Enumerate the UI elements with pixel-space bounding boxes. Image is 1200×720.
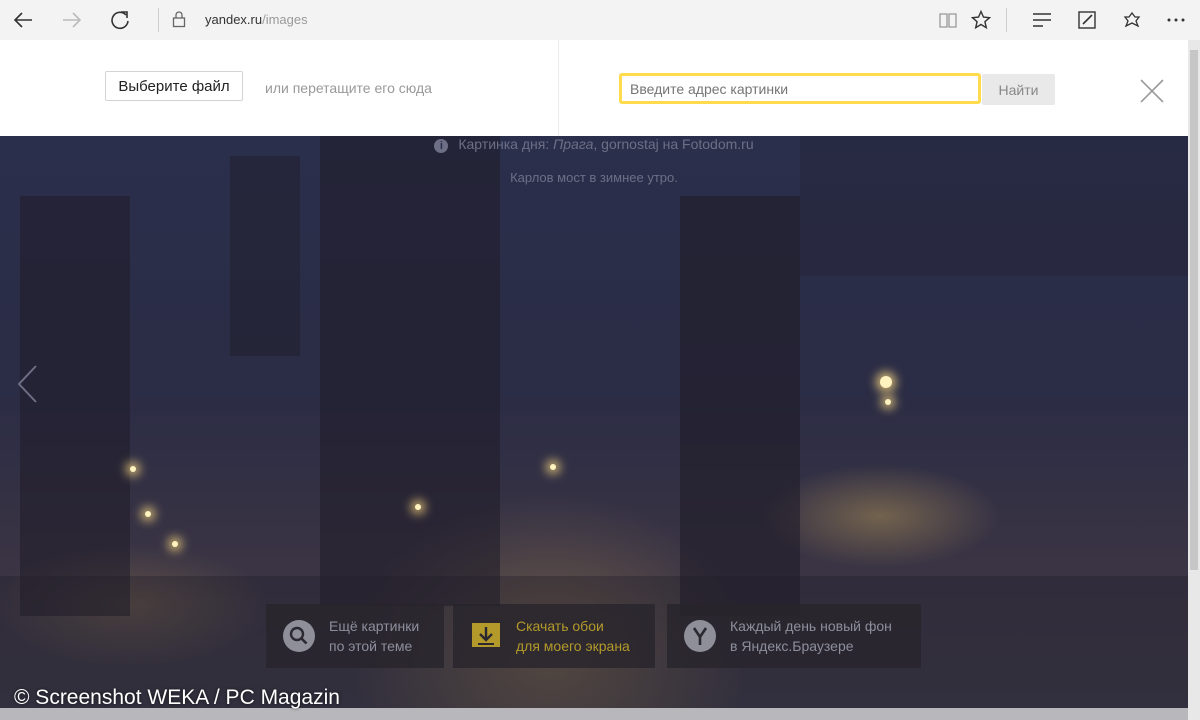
search-icon [283,620,315,652]
address-bar[interactable]: yandex.ru/images [205,12,308,27]
lamp-light [130,466,136,472]
favorite-star-icon[interactable] [965,4,997,36]
statue-silhouette [680,196,800,616]
lamp-light [172,541,178,547]
share-icon[interactable] [1116,4,1148,36]
more-images-line2: по этой теме [329,638,413,654]
url-host: yandex.ru [205,12,263,27]
info-icon[interactable]: i [434,139,449,153]
screenshot-watermark: © Screenshot WEKA / PC Magazin [14,686,340,709]
lamp-light [880,376,892,388]
choose-file-button[interactable]: Выберите файл [105,71,243,101]
back-arrow-icon[interactable] [7,4,39,36]
scrollbar-thumb[interactable] [1190,50,1198,570]
background-photo: i Картинка дня: Прага, gornostaj на Fotod… [0,136,1188,708]
caption-prefix: Картинка дня: [458,136,554,152]
yandex-browser-promo-button[interactable]: Каждый день новый фон в Яндекс.Браузере [667,604,921,668]
download-wallpaper-line1: Скачать обои [516,618,604,634]
forward-arrow-icon[interactable] [56,4,88,36]
lamp-light [415,504,421,510]
lamp-light [145,511,151,517]
web-note-icon[interactable] [1071,4,1103,36]
caption-suffix[interactable]: , gornostaj на Fotodom.ru [593,136,753,152]
caption-place[interactable]: Прага [553,136,593,152]
chevron-left-icon[interactable] [16,364,38,409]
more-images-button[interactable]: Ещё картинки по этой теме [266,604,444,668]
toolbar-separator [1006,8,1007,32]
picture-of-day-caption: i Картинка дня: Прага, gornostaj на Fotod… [0,136,1188,153]
yandex-browser-icon [684,620,716,652]
image-search-panel: Выберите файл или перетащите его сюда На… [0,40,1188,136]
more-icon[interactable] [1160,4,1192,36]
lamp-light [885,399,891,405]
hub-icon[interactable] [1026,4,1058,36]
reading-view-icon[interactable] [932,4,964,36]
tower-silhouette [230,156,300,356]
more-images-label: Ещё картинки по этой теме [329,616,419,656]
download-wallpaper-button[interactable]: Скачать обои для моего экрана [453,604,655,668]
download-wallpaper-label: Скачать обои для моего экрана [516,616,630,656]
close-icon[interactable] [1138,77,1166,105]
lock-icon [172,10,186,33]
browser-toolbar: yandex.ru/images [0,0,1200,41]
yandex-browser-label: Каждый день новый фон в Яндекс.Браузере [730,616,892,656]
find-button[interactable]: Найти [982,74,1055,105]
lamp-light [550,464,556,470]
drag-hint-text: или перетащите его сюда [265,80,432,96]
refresh-icon[interactable] [104,4,136,36]
download-icon [470,620,502,652]
yandex-browser-line2: в Яндекс.Браузере [730,638,854,654]
download-wallpaper-line2: для моего экрана [516,638,630,654]
panel-divider [558,40,559,136]
castle-silhouette [800,136,1188,276]
bridge-tower-silhouette [320,136,500,606]
yandex-browser-line1: Каждый день новый фон [730,618,892,634]
image-url-input[interactable] [619,73,981,104]
vertical-scrollbar[interactable] [1188,40,1200,720]
more-images-line1: Ещё картинки [329,618,420,634]
toolbar-separator [158,8,159,32]
url-path: /images [262,12,308,27]
picture-description: Карлов мост в зимнее утро. [510,170,678,185]
